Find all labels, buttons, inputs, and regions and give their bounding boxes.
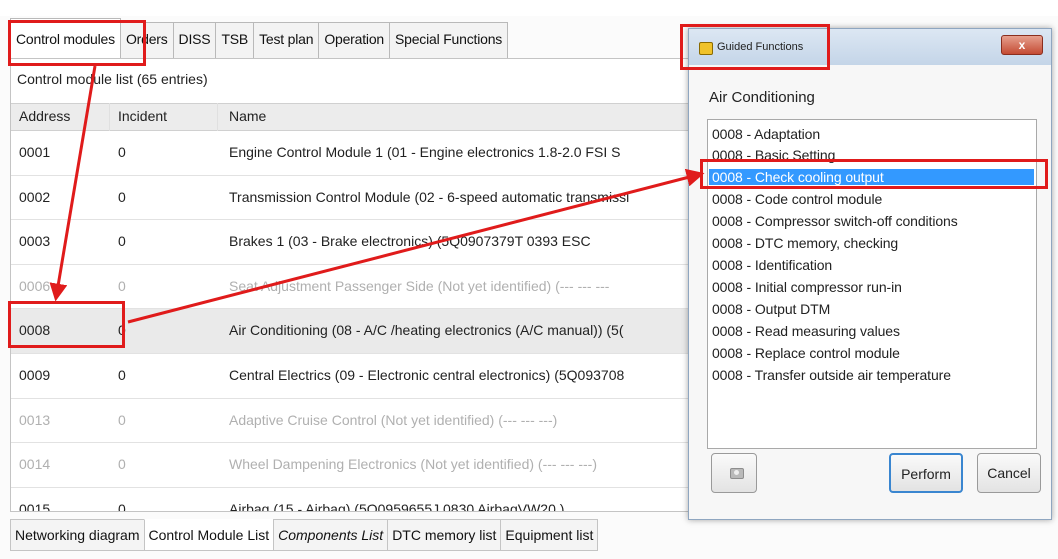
annotation-arrows (49, 65, 705, 324)
arrow-to-address (49, 65, 97, 302)
arrow-to-check-cooling-output (127, 168, 705, 324)
